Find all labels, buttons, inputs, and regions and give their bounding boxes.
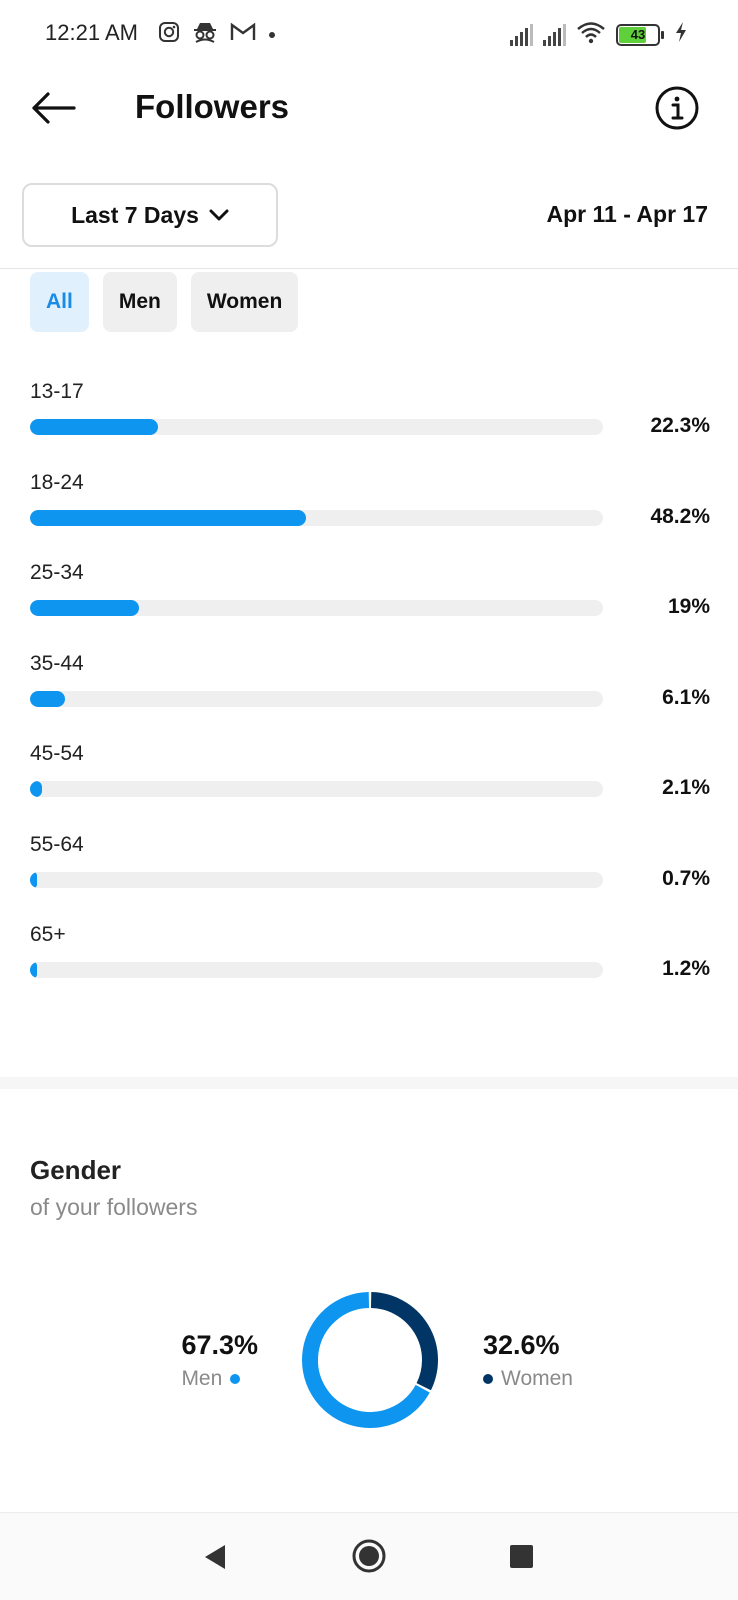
age-percentage: 1.2% — [662, 957, 710, 980]
women-legend: Women — [483, 1367, 573, 1391]
donut-slice-women — [370, 1292, 438, 1391]
age-bar-fill — [30, 509, 307, 526]
status-bar: 12:21 AM 43 — [0, 0, 738, 68]
status-time: 12:21 AM — [45, 20, 138, 45]
age-bar-fill — [30, 690, 65, 707]
dot-icon — [268, 26, 276, 44]
divider — [0, 268, 738, 269]
men-legend: Men — [181, 1367, 258, 1391]
men-stat: 67.3% Men — [181, 1330, 258, 1391]
age-label: 35-44 — [30, 651, 84, 675]
age-percentage: 2.1% — [662, 776, 710, 799]
women-stat: 32.6% Women — [483, 1330, 573, 1391]
battery-icon: 43 — [616, 23, 664, 46]
age-percentage: 0.7% — [662, 866, 710, 890]
page-title: Followers — [135, 88, 290, 125]
age-label: 55-64 — [30, 832, 84, 856]
gender-title: Gender — [30, 1155, 122, 1185]
date-range-text: Apr 11 - Apr 17 — [546, 201, 708, 227]
age-label: 18-24 — [30, 470, 84, 494]
men-label: Men — [181, 1367, 223, 1390]
women-percentage: 32.6% — [483, 1330, 560, 1360]
signal-icon-2 — [543, 23, 566, 46]
date-range-dropdown-label: Last 7 Days — [71, 201, 199, 228]
age-label: 65+ — [30, 923, 66, 946]
chevron-down-icon — [209, 209, 229, 221]
age-percentage: 22.3% — [650, 414, 710, 437]
filter-chip-all[interactable]: All — [30, 272, 89, 332]
section-separator — [0, 1077, 738, 1089]
age-row: 35-44 6.1% — [30, 650, 710, 741]
gender-subtitle: of your followers — [30, 1194, 198, 1220]
women-label: Women — [501, 1367, 573, 1390]
wifi-icon — [576, 20, 606, 49]
filter-chip-women[interactable]: Women — [190, 272, 299, 332]
age-bar-fill — [30, 781, 43, 797]
men-percentage: 67.3% — [181, 1330, 258, 1360]
gender-donut-chart — [300, 1290, 440, 1430]
age-bar-track — [30, 690, 603, 707]
age-bar-fill — [30, 962, 37, 978]
age-percentage: 19% — [667, 595, 710, 618]
age-percentage: 6.1% — [662, 685, 710, 709]
age-row: 65+ 1.2% — [30, 921, 710, 1012]
age-bar-fill — [30, 419, 158, 435]
nav-back-button[interactable] — [203, 1543, 227, 1576]
age-label: 45-54 — [30, 742, 84, 765]
age-bar-fill — [30, 871, 37, 888]
age-row: 18-24 48.2% — [30, 469, 710, 560]
instagram-icon — [158, 21, 180, 48]
age-row: 25-34 19% — [30, 559, 710, 650]
age-bar-track — [30, 509, 603, 526]
app-header: Followers — [0, 68, 738, 150]
charging-icon — [674, 21, 688, 48]
age-range-list: 13-17 22.3% 18-24 48.2% 25-34 19% 35-44 … — [30, 378, 710, 1012]
filter-chips: All Men Women — [30, 272, 299, 332]
range-row: Last 7 Days Apr 11 - Apr 17 — [0, 183, 738, 247]
age-label: 25-34 — [30, 561, 84, 584]
signal-icon — [510, 23, 533, 46]
donut-svg — [302, 1292, 438, 1428]
age-row: 55-64 0.7% — [30, 831, 710, 922]
info-icon — [655, 86, 699, 130]
triangle-back-icon — [205, 1545, 225, 1569]
info-button[interactable] — [654, 85, 700, 131]
battery-level: 43 — [630, 27, 646, 42]
date-range-dropdown[interactable]: Last 7 Days — [22, 183, 278, 247]
circle-home-icon — [352, 1539, 386, 1573]
age-bar-track — [30, 871, 603, 888]
incognito-icon — [192, 20, 218, 49]
gmail-icon — [230, 22, 256, 47]
women-dot-icon — [483, 1374, 493, 1384]
system-nav-bar — [0, 1512, 738, 1600]
arrow-left-icon — [32, 92, 76, 124]
age-bar-track — [30, 419, 603, 435]
notification-icons — [158, 20, 276, 49]
age-percentage: 48.2% — [650, 504, 710, 528]
age-row: 13-17 22.3% — [30, 378, 710, 469]
age-row: 45-54 2.1% — [30, 740, 710, 831]
nav-recents-button[interactable] — [510, 1545, 533, 1568]
men-dot-icon — [230, 1374, 241, 1384]
age-bar-fill — [30, 600, 139, 616]
nav-home-button[interactable] — [351, 1538, 387, 1579]
filter-chip-men[interactable]: Men — [102, 272, 177, 332]
age-label: 13-17 — [30, 380, 84, 403]
back-button[interactable] — [28, 86, 78, 130]
system-icons: 43 — [510, 20, 688, 49]
age-bar-track — [30, 962, 603, 978]
age-bar-track — [30, 600, 603, 616]
age-bar-track — [30, 781, 603, 797]
